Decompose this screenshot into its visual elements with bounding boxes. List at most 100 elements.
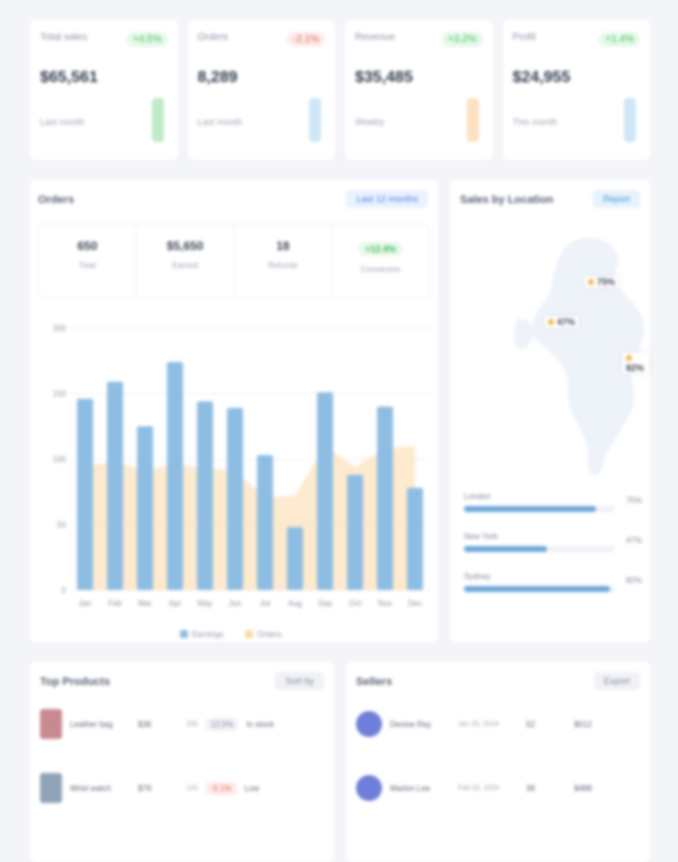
- top-products-list: Leather bag $36 250 12.5% In stock Wrist watc…: [40, 696, 324, 816]
- orders-area: [85, 445, 415, 590]
- kpi-value: $65,561: [40, 69, 98, 86]
- main-row: Orders Last 12 months 650 Total $5,650 Earn…: [30, 180, 650, 642]
- kpi-sparkline: [151, 98, 164, 142]
- location-fill: [464, 506, 596, 512]
- orders-panel: Orders Last 12 months 650 Total $5,650 Earn…: [30, 180, 438, 642]
- kpi-value: 8,289: [197, 69, 238, 86]
- y-tick-label: 50: [57, 521, 66, 530]
- kpi-sparkline: [624, 98, 636, 142]
- location-panel: Sales by Location Report 75% 47% 82% Lon…: [450, 180, 650, 642]
- top-products-sort[interactable]: Sort by: [275, 672, 324, 690]
- seller-name: Denise Ray: [390, 719, 432, 729]
- earnings-bar: [287, 527, 303, 590]
- location-bar-item: New York 47%: [464, 532, 642, 552]
- x-tick-label: Feb: [108, 599, 122, 608]
- product-qty: 120: [186, 784, 198, 792]
- sellers-export[interactable]: Export: [593, 672, 640, 690]
- x-tick-label: Jan: [79, 599, 92, 608]
- location-bar-item: Sydney 82%: [464, 572, 642, 592]
- sellers-panel: Sellers Export Denise Ray Jan 25, 2024 52 $…: [346, 662, 650, 862]
- kpi-value: $35,485: [355, 69, 413, 86]
- table-row[interactable]: Wrist watch $79 120 -5.1% Low: [40, 760, 324, 816]
- x-tick-label: May: [197, 599, 212, 608]
- kpi-card[interactable]: Revenue +3.2% $35,485 Weekly: [345, 20, 493, 160]
- earnings-bar: [77, 398, 93, 590]
- earnings-bar: [317, 392, 333, 590]
- legend-swatch: [245, 630, 253, 638]
- product-thumbnail: [40, 773, 62, 803]
- kpi-subtext: Last month: [40, 117, 85, 127]
- sellers-list: Denise Ray Jan 25, 2024 52 $512 Marlon Lee Fe…: [356, 696, 640, 816]
- location-name: New York: [464, 532, 498, 541]
- location-bars: London 75% New York 47% Sydney 82%: [464, 492, 642, 612]
- product-qty: 250: [186, 720, 198, 728]
- map-marker-1[interactable]: 75%: [584, 276, 620, 288]
- location-fill: [464, 586, 610, 592]
- kpi-subtext: This month: [512, 117, 558, 127]
- earnings-bar: [107, 381, 123, 590]
- location-value: 47%: [625, 536, 642, 545]
- location-track: [464, 546, 614, 552]
- y-tick-label: 0: [62, 586, 67, 595]
- earnings-bar: [197, 401, 213, 590]
- product-status: Low: [244, 783, 260, 793]
- x-tick-label: Aug: [288, 599, 302, 608]
- kpi-sparkline: [466, 98, 479, 142]
- x-tick-label: Apr: [169, 599, 182, 608]
- table-row[interactable]: Leather bag $36 250 12.5% In stock: [40, 696, 324, 752]
- seller-date: Jan 25, 2024: [458, 720, 499, 728]
- y-tick-label: 200: [53, 324, 67, 333]
- seller-date: Feb 02, 2024: [458, 784, 500, 792]
- map-marker-2[interactable]: 47%: [544, 316, 580, 328]
- kpi-change-badge: -2.1%: [286, 32, 325, 47]
- table-row[interactable]: Marlon Lee Feb 02, 2024 38 $488: [356, 760, 640, 816]
- product-name: Leather bag: [70, 719, 113, 729]
- legend-swatch: [180, 630, 188, 638]
- location-fill: [464, 546, 547, 552]
- kpi-row: Total sales +4.5% $65,561 Last month Orders -…: [30, 20, 650, 160]
- y-tick-label: 150: [53, 390, 67, 399]
- kpi-value: $24,955: [512, 69, 571, 86]
- earnings-bar: [347, 474, 363, 590]
- product-thumbnail: [40, 709, 62, 739]
- legend-label: Orders: [257, 630, 281, 639]
- seller-qty: 38: [526, 783, 535, 793]
- seller-total: $488: [574, 783, 592, 793]
- orders-chart: 200 150 100 50 0 Jan Feb Mar Apr May Jun Jul Aug Sep O…: [53, 324, 430, 639]
- location-name: Sydney: [464, 572, 491, 581]
- dashboard: Total sales +4.5% $65,561 Last month Orders -…: [30, 20, 650, 862]
- kpi-card[interactable]: Profit +1.4% $24,955 This month: [502, 20, 650, 160]
- earnings-bar: [227, 407, 243, 590]
- x-tick-label: Jun: [229, 599, 242, 608]
- kpi-subtext: Last month: [197, 117, 243, 127]
- table-row[interactable]: Denise Ray Jan 25, 2024 52 $512: [356, 696, 640, 752]
- x-tick-label: Nov: [378, 599, 392, 608]
- product-price: $36: [138, 719, 152, 729]
- kpi-sparkline: [309, 98, 321, 142]
- location-track: [464, 506, 614, 512]
- x-tick-label: Mar: [138, 599, 152, 608]
- location-filter-button[interactable]: Report: [592, 190, 640, 208]
- location-track: [464, 586, 614, 592]
- seller-avatar: [356, 711, 382, 737]
- earnings-bar: [137, 426, 153, 590]
- map-marker-3[interactable]: 82%: [622, 352, 650, 374]
- legend-label: Earnings: [192, 630, 224, 639]
- seller-qty: 52: [526, 719, 535, 729]
- seller-total: $512: [574, 719, 592, 729]
- earnings-bar: [407, 487, 423, 590]
- product-change: 12.5%: [205, 717, 239, 731]
- kpi-card[interactable]: Orders -2.1% 8,289 Last month: [187, 20, 335, 160]
- seller-avatar: [356, 775, 382, 801]
- location-value: 75%: [625, 496, 642, 505]
- seller-name: Marlon Lee: [390, 783, 431, 793]
- x-tick-label: Oct: [349, 599, 362, 608]
- x-tick-label: Jul: [260, 599, 270, 608]
- earnings-bar: [257, 455, 273, 590]
- product-price: $79: [138, 783, 152, 793]
- kpi-card[interactable]: Total sales +4.5% $65,561 Last month: [30, 20, 178, 160]
- kpi-subtext: Weekly: [355, 117, 385, 127]
- bottom-row: Top Products Sort by Leather bag $36 250 12…: [30, 662, 650, 862]
- y-tick-label: 100: [53, 455, 67, 464]
- kpi-change-badge: +1.4%: [599, 32, 640, 47]
